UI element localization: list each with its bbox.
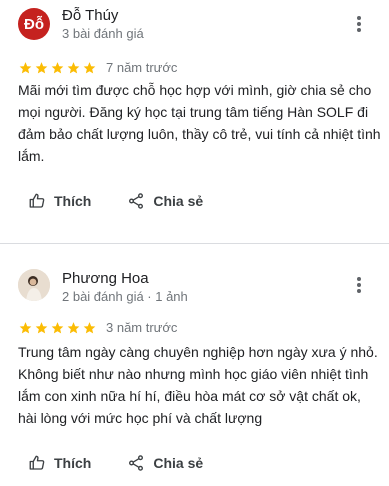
review-actions: Thích Chia sẻ [28,454,203,472]
star-icon [50,321,65,335]
like-button[interactable]: Thích [28,454,91,472]
review-card: Đỗ Đỗ Thúy 3 bài đánh giá 7 năm trước Mã… [0,0,389,243]
star-icon [50,61,65,75]
star-icon [18,61,33,75]
share-icon [127,454,153,472]
more-options-icon[interactable] [352,14,366,34]
more-options-icon[interactable] [352,275,366,295]
reviewer-name[interactable]: Đỗ Thúy [62,7,118,24]
star-rating [18,61,98,75]
avatar[interactable]: Đỗ [18,8,50,40]
star-rating [18,321,98,335]
avatar[interactable] [18,269,50,301]
star-icon [18,321,33,335]
star-icon [66,61,81,75]
star-icon [34,321,49,335]
star-icon [34,61,49,75]
star-icon [82,321,97,335]
thumb-up-icon [28,454,54,472]
share-label: Chia sẻ [153,455,204,471]
like-button[interactable]: Thích [28,192,91,210]
review-card: Phương Hoa 2 bài đánh giá · 1 ảnh 3 năm … [0,244,389,486]
rating-row: 7 năm trước [18,60,177,75]
reviewer-meta: 2 bài đánh giá · 1 ảnh [62,289,188,304]
review-time: 7 năm trước [106,60,178,75]
rating-row: 3 năm trước [18,320,177,335]
review-time: 3 năm trước [106,320,178,335]
thumb-up-icon [28,192,54,210]
like-label: Thích [54,455,92,471]
share-icon [127,192,153,210]
review-text: Mãi mới tìm được chỗ học hợp với mình, g… [18,82,381,164]
share-button[interactable]: Chia sẻ [127,192,203,210]
review-text: Trung tâm ngày càng chuyên nghiệp hơn ng… [18,344,378,426]
reviewer-name[interactable]: Phương Hoa [62,270,149,287]
share-label: Chia sẻ [153,193,204,209]
like-label: Thích [54,193,92,209]
review-actions: Thích Chia sẻ [28,192,203,210]
share-button[interactable]: Chia sẻ [127,454,203,472]
reviewer-meta: 3 bài đánh giá [62,26,144,41]
star-icon [82,61,97,75]
star-icon [66,321,81,335]
